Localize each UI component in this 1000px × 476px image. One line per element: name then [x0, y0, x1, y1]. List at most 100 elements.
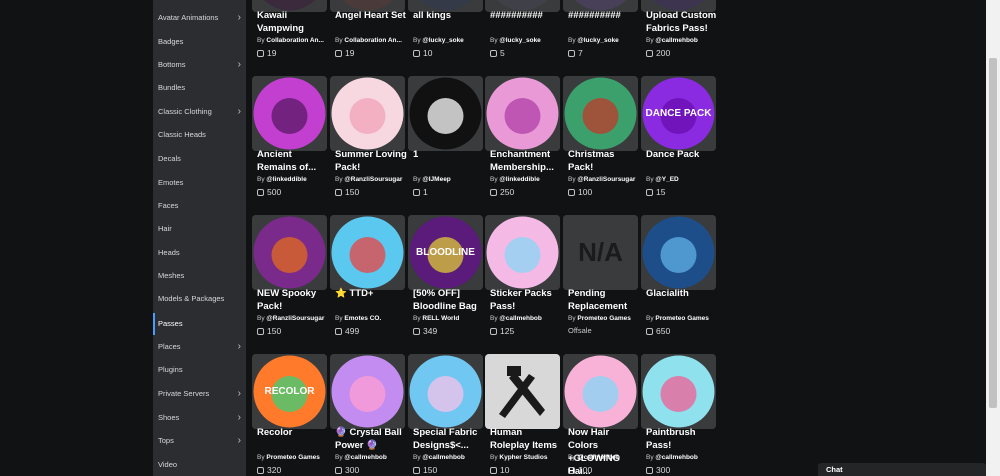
item-name[interactable]: Christmas Pack!	[568, 148, 640, 174]
item-thumbnail[interactable]	[408, 76, 483, 151]
creator-link[interactable]: @linkeddible	[499, 176, 539, 183]
item-price: 15	[646, 187, 665, 197]
sidebar-item-emotes[interactable]: Emotes	[153, 172, 246, 194]
creator-link[interactable]: Emotes CO.	[344, 315, 381, 322]
robux-icon	[335, 50, 342, 57]
sidebar-item-plugins[interactable]: Plugins	[153, 359, 246, 381]
sidebar-item-badges[interactable]: Badges	[153, 31, 246, 53]
item-name[interactable]: ##########	[568, 9, 640, 22]
creator-link[interactable]: @RanzliSoursugar	[344, 176, 402, 183]
item-thumbnail[interactable]	[252, 76, 327, 151]
item-name[interactable]: Glacialith	[646, 287, 718, 300]
sidebar-item-bundles[interactable]: Bundles	[153, 77, 246, 99]
creator-link[interactable]: @lucky_soke	[577, 37, 618, 44]
thumbnail-text: N/A	[578, 237, 623, 267]
item-thumbnail[interactable]	[563, 354, 638, 429]
creator-link[interactable]: Prometeo Games	[655, 315, 708, 322]
creator-link[interactable]: @callmehbob	[344, 454, 386, 461]
sidebar-item-private-servers[interactable]: Private Servers ›	[153, 383, 246, 405]
creator-link[interactable]: Collaboration An...	[344, 37, 402, 44]
item-thumbnail[interactable]	[563, 76, 638, 151]
sidebar-item-avatar-animations[interactable]: Avatar Animations ›	[153, 7, 246, 29]
item-thumbnail[interactable]	[252, 215, 327, 290]
item-name[interactable]: Upload Custom Fabrics Pass!	[646, 9, 718, 35]
item-name[interactable]: Summer Loving Pack!	[335, 148, 407, 174]
item-thumbnail[interactable]	[485, 76, 560, 151]
sidebar-item-video[interactable]: Video	[153, 454, 246, 476]
item-thumbnail[interactable]	[408, 354, 483, 429]
item-name[interactable]: Kawaii Vampwing	[257, 9, 329, 35]
creator-link[interactable]: @callmehbob	[577, 454, 619, 461]
creator-link[interactable]: @linkeddible	[266, 176, 306, 183]
sidebar-item-models-packages[interactable]: Models & Packages	[153, 288, 246, 310]
price-value: 15	[656, 187, 666, 197]
creator-link[interactable]: Kypher Studios	[499, 454, 547, 461]
item-name[interactable]: Sticker Packs Pass!	[490, 287, 562, 313]
price-value: 499	[345, 326, 360, 336]
sidebar-item-faces[interactable]: Faces	[153, 195, 246, 217]
item-thumbnail[interactable]	[330, 354, 405, 429]
item-thumbnail[interactable]	[330, 215, 405, 290]
creator-link[interactable]: @lucky_soke	[422, 37, 463, 44]
creator-link[interactable]: @callmehbob	[422, 454, 464, 461]
item-name[interactable]: ⭐ TTD+	[335, 287, 407, 300]
creator-link[interactable]: @callmehbob	[655, 454, 697, 461]
item-thumbnail[interactable]: DANCE PACK	[641, 76, 716, 151]
item-thumbnail[interactable]: BLOODLINE	[408, 215, 483, 290]
sidebar-item-tops[interactable]: Tops ›	[153, 430, 246, 452]
item-thumbnail[interactable]	[485, 354, 560, 429]
item-thumbnail[interactable]	[485, 215, 560, 290]
item-name[interactable]: Enchantment Membership...	[490, 148, 562, 174]
sidebar-item-passes[interactable]: Passes	[153, 313, 246, 335]
item-name[interactable]: Dance Pack	[646, 148, 718, 161]
item-thumbnail[interactable]: N/A	[563, 215, 638, 290]
creator-link[interactable]: Prometeo Games	[266, 454, 319, 461]
scrollbar-thumb[interactable]	[989, 58, 997, 408]
item-name[interactable]: 1	[413, 148, 485, 161]
chat-bar[interactable]: Chat	[818, 463, 986, 476]
item-thumbnail[interactable]	[330, 76, 405, 151]
sidebar-item-decals[interactable]: Decals	[153, 148, 246, 170]
item-name[interactable]: [50% OFF] Bloodline Bag	[413, 287, 485, 313]
item-name[interactable]: Recolor	[257, 426, 329, 439]
creator-link[interactable]: @callmehbob	[499, 315, 541, 322]
creator-link[interactable]: Collaboration An...	[266, 37, 324, 44]
chevron-right-icon: ›	[237, 59, 241, 70]
sidebar-item-places[interactable]: Places ›	[153, 336, 246, 358]
item-name[interactable]: Ancient Remains of...	[257, 148, 329, 174]
sidebar-item-shoes[interactable]: Shoes ›	[153, 407, 246, 429]
creator-link[interactable]: RELL World	[422, 315, 459, 322]
creator-link[interactable]: @IJMeep	[422, 176, 450, 183]
item-name[interactable]: Angel Heart Set	[335, 9, 407, 22]
item-name[interactable]: Pending Replacement	[568, 287, 640, 313]
creator-link[interactable]: @RanzliSoursugar	[577, 176, 635, 183]
item-name[interactable]: 🔮 Crystal Ball Power 🔮	[335, 426, 407, 452]
creator-link[interactable]: Prometeo Games	[577, 315, 630, 322]
item-name[interactable]: all kings	[413, 9, 485, 22]
item-name[interactable]: ##########	[490, 9, 562, 22]
item-creator: By @callmehbob	[413, 454, 485, 461]
price-value: 7	[578, 48, 583, 58]
sidebar-item-classic-heads[interactable]: Classic Heads	[153, 124, 246, 146]
item-thumbnail[interactable]	[641, 215, 716, 290]
sidebar-item-bottoms[interactable]: Bottoms ›	[153, 54, 246, 76]
item-name[interactable]: Human Roleplay Items	[490, 426, 562, 452]
sidebar-item-classic-clothing[interactable]: Classic Clothing ›	[153, 101, 246, 123]
creator-link[interactable]: @callmehbob	[655, 37, 697, 44]
chat-label: Chat	[826, 465, 843, 474]
item-name[interactable]: Special Fabric Designs$<...	[413, 426, 485, 452]
item-thumbnail[interactable]	[641, 354, 716, 429]
item-name[interactable]: Paintbrush Pass!	[646, 426, 718, 452]
left-gutter	[0, 0, 153, 476]
item-name[interactable]: NEW Spooky Pack!	[257, 287, 329, 313]
sidebar-item-meshes[interactable]: Meshes	[153, 265, 246, 287]
item-thumbnail[interactable]: RECOLOR	[252, 354, 327, 429]
sidebar-item-heads[interactable]: Heads	[153, 242, 246, 264]
creator-link[interactable]: @Y_ED	[655, 176, 678, 183]
item-price: 200	[646, 48, 670, 58]
item-price: 349	[413, 326, 437, 336]
page-scrollbar[interactable]	[986, 0, 1000, 476]
creator-link[interactable]: @lucky_soke	[499, 37, 540, 44]
creator-link[interactable]: @RanzliSoursugar	[266, 315, 324, 322]
sidebar-item-hair[interactable]: Hair	[153, 218, 246, 240]
